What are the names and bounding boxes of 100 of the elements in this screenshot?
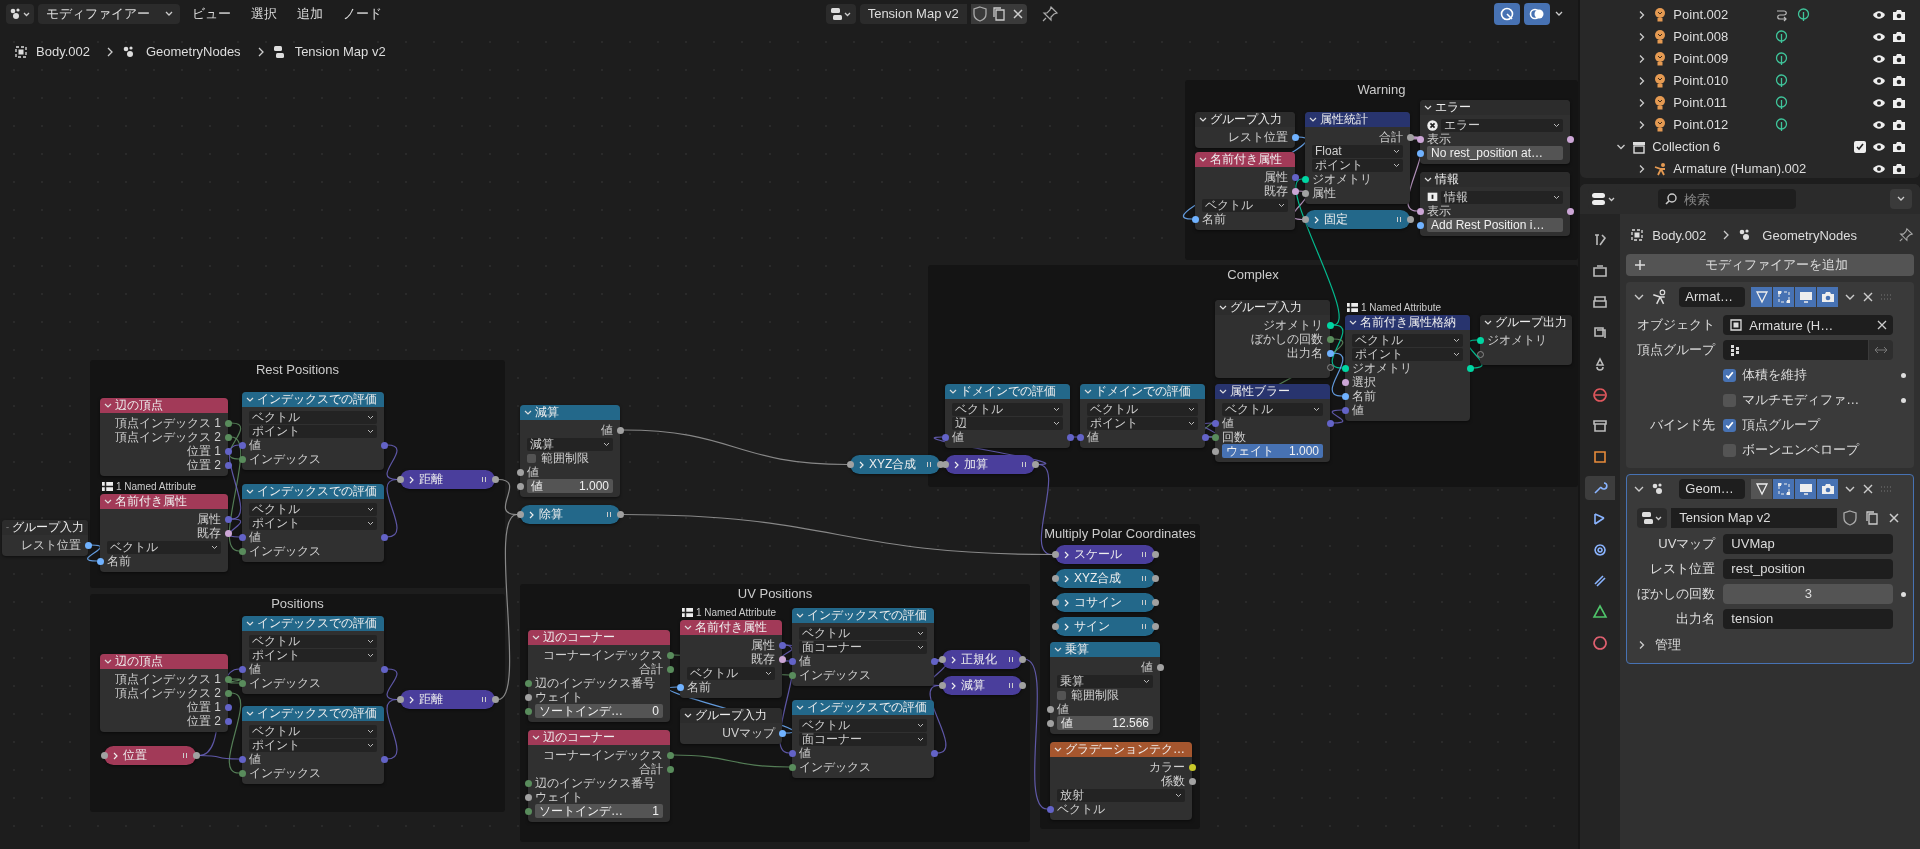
node-header[interactable]: ドメインでの評価 xyxy=(1080,384,1205,399)
text-field[interactable]: UVMap xyxy=(1723,534,1894,554)
menu-item[interactable]: 選択 xyxy=(243,5,285,23)
dropdown[interactable]: ポイント xyxy=(1352,347,1463,361)
socket-label: 頂点インデックス 2 xyxy=(115,430,221,444)
node-header[interactable]: グループ出力 xyxy=(1480,315,1572,330)
dropdown[interactable]: 辺 xyxy=(952,416,1063,430)
socket-label: インデックス xyxy=(249,544,321,558)
dropdown[interactable]: ポイント xyxy=(249,424,377,438)
dropdown[interactable]: Float xyxy=(1312,144,1403,158)
dropdown[interactable]: 放射 xyxy=(1057,788,1185,802)
dropdown[interactable]: ポイント xyxy=(249,648,377,662)
node-header[interactable]: グループ入力 xyxy=(1215,300,1330,315)
node-header[interactable]: 属性統計 xyxy=(1305,112,1410,127)
node-header[interactable]: グラデーションテク… xyxy=(1050,742,1192,757)
dropdown[interactable]: ベクトル xyxy=(799,626,927,640)
search-field[interactable]: 検索 xyxy=(1684,190,1791,208)
node[interactable]: グループ出力 ジオメトリ xyxy=(1480,315,1572,365)
value-field[interactable]: ウェイト 1.000 xyxy=(1222,444,1323,458)
breadcrumb-item[interactable]: GeometryNodes xyxy=(1762,227,1857,243)
value-field[interactable]: No rest_position at… xyxy=(1427,146,1563,160)
breadcrumb-item[interactable]: Body.002 xyxy=(36,44,90,59)
node-header[interactable]: 減算 xyxy=(520,405,620,420)
subpanel-title[interactable]: 管理 xyxy=(1655,636,1682,654)
search-box[interactable]: 検索 xyxy=(1658,189,1797,209)
outliner-item[interactable]: Armature (Human).002 xyxy=(1673,161,1807,177)
dropdown[interactable]: ベクトル xyxy=(107,540,221,554)
dropdown[interactable]: ベクトル xyxy=(249,724,377,738)
dropdown[interactable]: 情報 xyxy=(1441,190,1563,204)
outliner-item[interactable]: Point.011 xyxy=(1673,95,1770,111)
menu-item[interactable]: ノード xyxy=(335,5,390,23)
node-header[interactable]: グループ入力 xyxy=(680,708,782,723)
node-header[interactable]: インデックスでの評価 xyxy=(242,706,384,721)
dropdown[interactable]: ベクトル xyxy=(952,402,1063,416)
dropdown[interactable]: ポイント xyxy=(1312,158,1403,172)
node-header[interactable]: インデックスでの評価 xyxy=(792,700,934,715)
outliner-item[interactable]: Point.012 xyxy=(1673,117,1770,133)
dropdown[interactable]: ベクトル xyxy=(1087,402,1198,416)
value-field[interactable]: 値 1.000 xyxy=(527,479,613,493)
mode-dropdown[interactable]: モディファイアー xyxy=(38,4,180,24)
breadcrumb-item[interactable]: GeometryNodes xyxy=(145,44,241,59)
dropdown[interactable]: ベクトル xyxy=(249,410,377,424)
outliner-item[interactable]: Point.002 xyxy=(1673,7,1770,23)
node-pill[interactable]: XYZ合成 xyxy=(850,455,940,474)
node-header[interactable]: ドメインでの評価 xyxy=(945,384,1070,399)
modifier-name-field[interactable]: Armat… xyxy=(1679,287,1746,307)
node-header[interactable]: エラー xyxy=(1420,100,1570,115)
dropdown[interactable]: 乗算 xyxy=(1057,674,1153,688)
node-header[interactable]: インデックスでの評価 xyxy=(242,484,384,499)
node-header[interactable]: 情報 xyxy=(1420,172,1570,187)
dropdown[interactable]: ベクトル xyxy=(1222,402,1323,416)
node-header[interactable]: 辺のコーナー xyxy=(528,730,670,745)
dropdown[interactable]: ポイント xyxy=(249,516,377,530)
dropdown[interactable]: ベクトル xyxy=(1352,333,1463,347)
outliner-item[interactable]: Point.008 xyxy=(1673,29,1770,45)
node-header[interactable]: 乗算 xyxy=(1050,642,1160,657)
node-header[interactable]: グループ入力 xyxy=(1195,112,1295,127)
node-header[interactable]: 名前付き属性 xyxy=(680,620,782,635)
menu-item[interactable]: 追加 xyxy=(289,5,331,23)
menu-item[interactable]: ビュー xyxy=(184,5,239,23)
node-header[interactable]: 辺のコーナー xyxy=(528,630,670,645)
dropdown[interactable]: ベクトル xyxy=(687,666,775,680)
outliner-item[interactable]: Point.009 xyxy=(1673,51,1770,67)
object-field[interactable]: Armature (H… xyxy=(1723,315,1894,335)
dropdown[interactable]: ポイント xyxy=(249,738,377,752)
node-tree-name-field[interactable]: Tension Map v2 xyxy=(859,4,967,24)
number-field[interactable]: 3 xyxy=(1723,584,1894,604)
node-header[interactable]: インデックスでの評価 xyxy=(242,392,384,407)
node-group-field[interactable]: Tension Map v2 xyxy=(1671,508,1837,528)
node-header[interactable]: 名前付き属性格納 xyxy=(1345,315,1470,330)
node-header[interactable]: インデックスでの評価 xyxy=(792,608,934,623)
node-header[interactable]: グループ入力 xyxy=(2,520,88,535)
node-title: 距離 xyxy=(419,691,444,708)
value-field[interactable]: Add Rest Position i… xyxy=(1427,218,1563,232)
dropdown[interactable]: 面コーナー xyxy=(799,640,927,654)
node-header[interactable]: 名前付き属性 xyxy=(100,494,228,509)
outliner-item[interactable]: Collection 6 xyxy=(1652,139,1749,155)
modifier-name-field[interactable]: Geom… xyxy=(1679,479,1746,499)
dropdown[interactable]: ベクトル xyxy=(249,634,377,648)
value-field[interactable]: 値 12.566 xyxy=(1057,716,1153,730)
outliner-item[interactable]: Point.010 xyxy=(1673,73,1770,89)
node-header[interactable]: 名前付き属性 xyxy=(1195,152,1295,167)
dropdown[interactable]: 面コーナー xyxy=(799,732,927,746)
dropdown[interactable]: ポイント xyxy=(1087,416,1198,430)
node-header[interactable]: インデックスでの評価 xyxy=(242,616,384,631)
node-header[interactable]: 辺の頂点 xyxy=(100,654,228,669)
node-header[interactable]: 辺の頂点 xyxy=(100,398,228,413)
dropdown[interactable]: ベクトル xyxy=(249,502,377,516)
text-field[interactable]: rest_position xyxy=(1723,559,1894,579)
text-field[interactable]: tension xyxy=(1723,609,1894,629)
node-header[interactable]: 属性ブラー xyxy=(1215,384,1330,399)
value-field[interactable]: ソートインデ… 1 xyxy=(535,804,663,818)
value-field[interactable]: ソートインデ… 0 xyxy=(535,704,663,718)
dropdown[interactable]: 減算 xyxy=(527,437,613,451)
dropdown[interactable]: エラー xyxy=(1441,118,1563,132)
add-modifier-button[interactable]: モディファイアーを追加 xyxy=(1626,254,1914,276)
dropdown[interactable]: ベクトル xyxy=(799,718,927,732)
dropdown[interactable]: ベクトル xyxy=(1202,198,1288,212)
breadcrumb-item[interactable]: Body.002 xyxy=(1652,227,1707,243)
breadcrumb-item[interactable]: Tension Map v2 xyxy=(294,44,386,59)
